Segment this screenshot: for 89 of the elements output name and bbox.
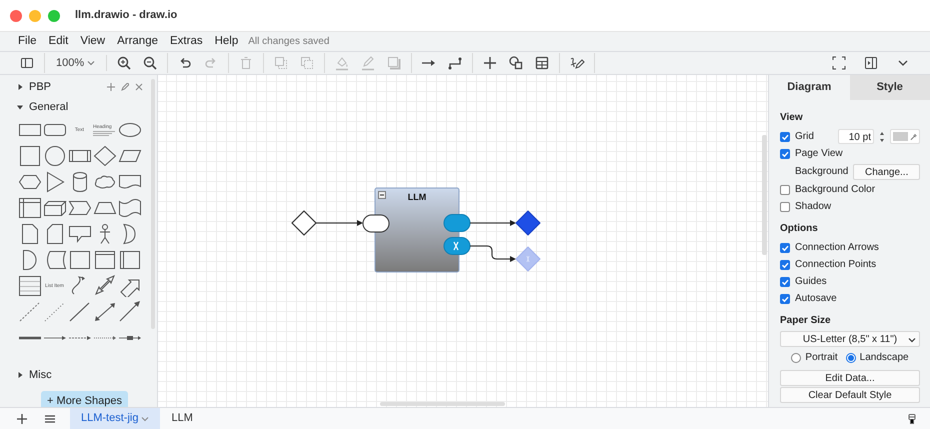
output-port[interactable] — [444, 237, 470, 255]
diamond-icon[interactable] — [92, 145, 116, 167]
bidirectional-arrow-icon[interactable] — [92, 301, 116, 323]
radio-button[interactable] — [791, 352, 802, 362]
field-label: Background — [795, 165, 848, 179]
tape-icon[interactable] — [118, 197, 142, 219]
checkbox[interactable] — [780, 260, 790, 270]
change-button[interactable]: Change... — [853, 164, 920, 180]
page-tab[interactable]: LLM-test-jig — [70, 408, 160, 429]
close-button[interactable] — [10, 10, 22, 22]
square-icon[interactable] — [18, 145, 42, 167]
checkbox[interactable] — [780, 294, 790, 304]
swimlane-icon[interactable] — [118, 249, 142, 271]
collapsed-arrow-icon[interactable] — [16, 83, 24, 91]
chevron-down-icon — [908, 336, 916, 344]
window-title: llm.drawio - draw.io — [75, 8, 178, 24]
section-title[interactable]: PBP — [29, 78, 52, 96]
section-heading: Paper Size — [780, 314, 832, 328]
end-node[interactable] — [516, 210, 540, 236]
more-shapes-button[interactable]: + More Shapes — [41, 391, 128, 407]
grid-color-button[interactable] — [890, 129, 920, 144]
square-icon[interactable] — [68, 249, 92, 271]
panel-button[interactable]: Edit Data... — [780, 370, 920, 386]
eyedropper-icon[interactable] — [910, 132, 917, 140]
caret-icon — [87, 59, 96, 67]
pencil-icon[interactable] — [121, 83, 129, 91]
checkbox-label: Background Color — [795, 183, 876, 197]
section-heading: Options — [780, 222, 819, 236]
scrollbar[interactable] — [380, 402, 505, 406]
radio-button[interactable] — [846, 352, 856, 362]
checkbox-label: Autosave — [795, 292, 837, 306]
container-title: LLM — [408, 192, 426, 202]
page-tab[interactable]: LLM — [160, 408, 204, 429]
menu-item[interactable]: Arrange — [111, 32, 164, 50]
connector-arrow[interactable] — [316, 220, 363, 226]
menu-item[interactable]: View — [74, 32, 112, 50]
section-title[interactable]: Misc — [29, 366, 52, 384]
arrow-line-icon[interactable] — [118, 301, 142, 323]
checkbox-label: Connection Points — [795, 258, 876, 272]
output-port[interactable] — [444, 214, 470, 232]
checkbox[interactable] — [780, 276, 790, 286]
dotted-line-icon[interactable] — [42, 301, 66, 323]
checkbox-label: Page View — [795, 147, 843, 161]
zoom-dropdown[interactable]: 100% — [52, 54, 100, 72]
line-icon[interactable] — [68, 301, 92, 323]
checkbox-label: Shadow — [795, 200, 832, 214]
connector-arrow[interactable] — [470, 246, 516, 262]
container-icon[interactable] — [92, 249, 116, 271]
collapsed-arrow-icon[interactable] — [16, 371, 24, 379]
grid-size-field[interactable]: 10 pt — [838, 129, 874, 144]
menu-item[interactable]: Edit — [42, 32, 74, 50]
panel-tab[interactable]: Style — [850, 75, 930, 100]
scrollbar[interactable] — [762, 135, 767, 255]
add-icon[interactable] — [107, 83, 115, 91]
circle-icon[interactable] — [42, 145, 66, 167]
radio-label: Portrait — [805, 351, 838, 365]
menu-item[interactable]: Help — [208, 32, 244, 50]
connector-arrow[interactable] — [470, 220, 516, 226]
internal-storage-icon[interactable] — [18, 197, 42, 219]
section-heading: View — [780, 111, 804, 125]
checkbox-label: Guides — [795, 275, 827, 289]
radio-label: Landscape — [860, 351, 909, 365]
menu-item[interactable]: Extras — [164, 32, 209, 50]
close-icon[interactable] — [135, 83, 143, 91]
checkbox[interactable] — [780, 184, 790, 194]
checkbox[interactable] — [780, 242, 790, 252]
add-page-icon[interactable] — [16, 412, 28, 424]
checkbox-label: Grid — [795, 130, 814, 144]
checkbox-label: Connection Arrows — [795, 241, 879, 255]
start-node[interactable] — [291, 210, 317, 236]
caret-icon — [141, 414, 150, 422]
expanded-arrow-icon[interactable] — [16, 103, 24, 111]
double-arrow-icon[interactable] — [92, 275, 116, 297]
menu-icon[interactable] — [44, 412, 56, 424]
menu-item[interactable]: File — [12, 32, 43, 50]
paper-size-select[interactable]: US-Letter (8,5" x 11") — [780, 331, 920, 347]
collapse-icon[interactable] — [378, 191, 386, 199]
checkbox[interactable] — [780, 148, 790, 158]
checkbox[interactable] — [780, 202, 790, 212]
section-title[interactable]: General — [29, 98, 68, 116]
list-icon[interactable] — [18, 275, 42, 297]
spinner-icon[interactable] — [879, 130, 885, 144]
panel-button[interactable]: Clear Default Style — [780, 387, 920, 403]
diagram-canvas[interactable]: LLM — [158, 75, 768, 407]
robot-icon[interactable] — [906, 412, 918, 424]
save-status: All changes saved — [248, 35, 330, 49]
input-port[interactable] — [362, 214, 390, 232]
checkbox[interactable] — [780, 132, 790, 142]
callout-icon[interactable] — [68, 223, 92, 245]
